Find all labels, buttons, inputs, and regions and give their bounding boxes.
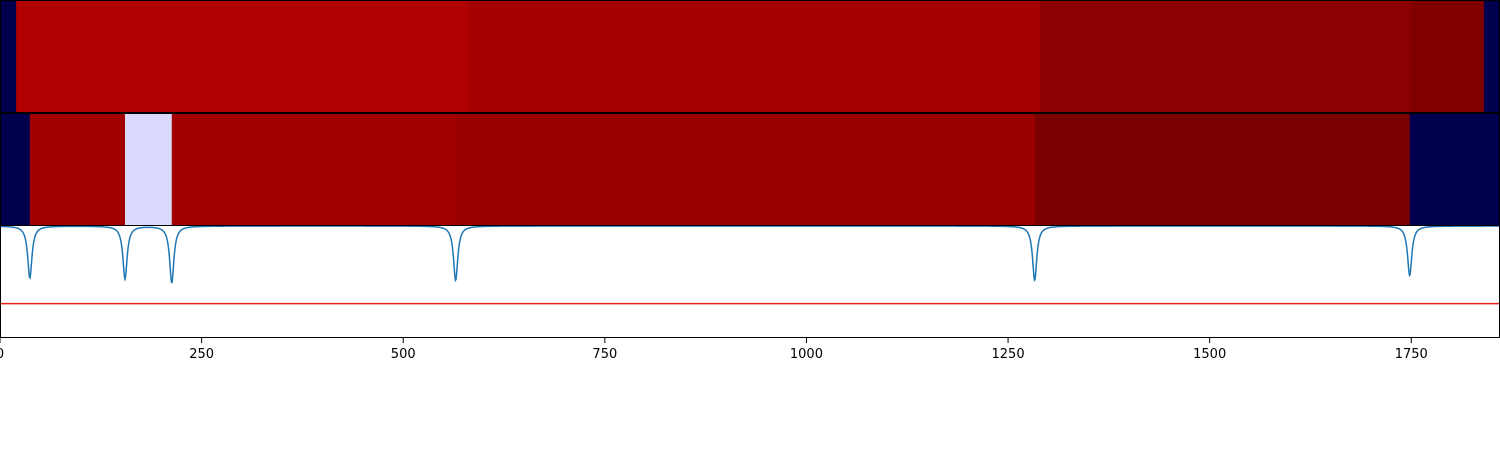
heatmap-track-top: [0, 1, 1500, 112]
x-tick-label-250: 250: [189, 347, 214, 362]
heatmap-cell-track-1-0: [0, 1, 17, 112]
heatmap-cell-track-1-3: [1040, 1, 1412, 112]
x-tick-label-750: 750: [592, 347, 617, 362]
heatmap-cell-track-1-4: [1411, 1, 1485, 112]
heatmap-cell-track-2-2: [125, 114, 173, 225]
signal-panel-background: [0, 226, 1500, 338]
heatmap-cell-track-1-2: [467, 1, 1041, 112]
heatmap-cell-track-1-1: [16, 1, 469, 112]
x-tick-label-1500: 1500: [1193, 347, 1226, 362]
heatmap-track-bottom: [0, 114, 1500, 225]
heatmap-cell-track-2-6: [1409, 114, 1500, 225]
heatmap-cell-track-2-3: [171, 114, 457, 225]
x-tick-label-500: 500: [391, 347, 416, 362]
chart-figure: 0 250 500 750 1000 1250 1500 1750: [0, 0, 1500, 362]
x-tick-label-1250: 1250: [992, 347, 1025, 362]
x-tick-label-1750: 1750: [1395, 347, 1428, 362]
heatmap-cell-track-2-5: [1034, 114, 1411, 225]
x-tick-label-1000: 1000: [790, 347, 823, 362]
heatmap-cell-track-1-5: [1483, 1, 1500, 112]
signal-panel: [0, 225, 1500, 338]
heatmap-cell-track-2-0: [0, 114, 31, 225]
x-tick-label-0: 0: [0, 347, 4, 362]
heatmap-cell-track-2-1: [29, 114, 126, 225]
x-axis: 0 250 500 750 1000 1250 1500 1750: [0, 338, 1428, 362]
heatmap-cell-track-2-4: [455, 114, 1036, 225]
